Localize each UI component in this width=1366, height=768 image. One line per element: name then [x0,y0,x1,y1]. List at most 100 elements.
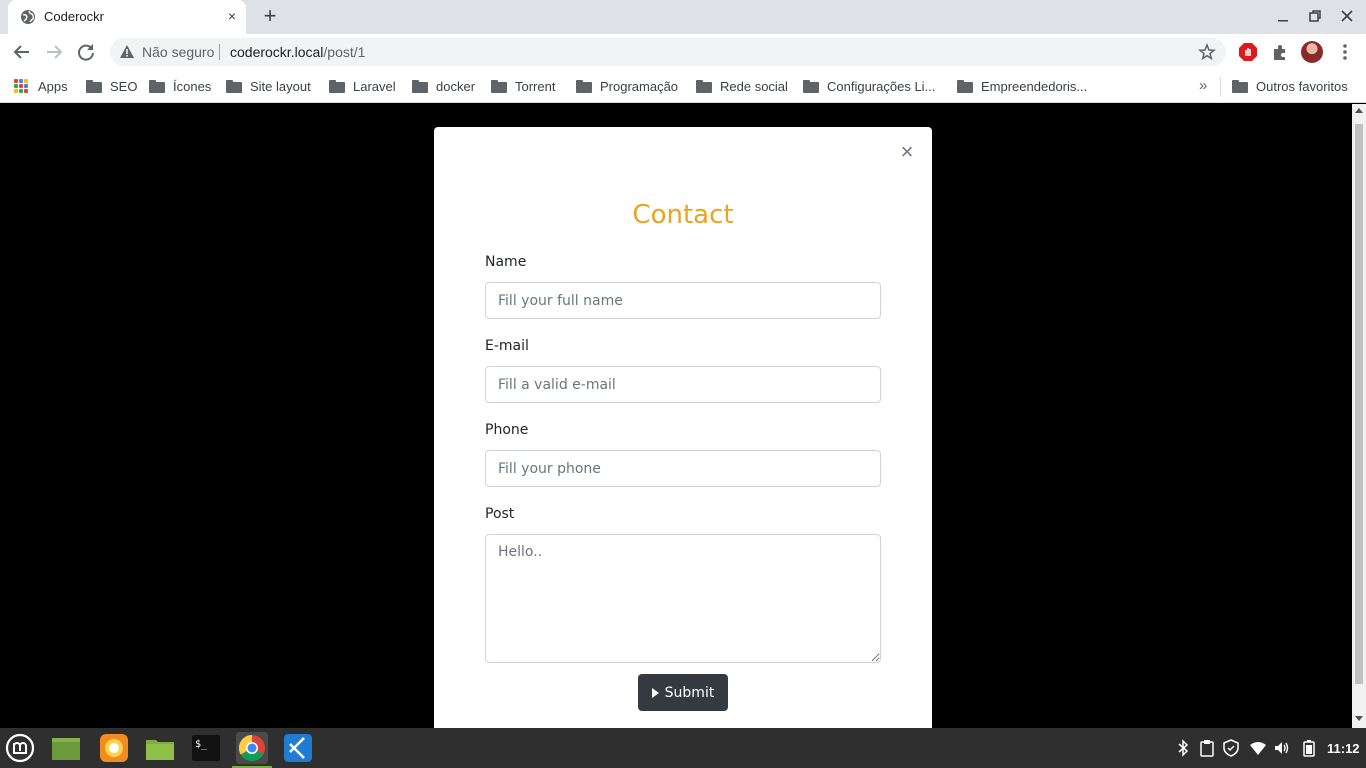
email-input[interactable] [485,366,881,403]
tab-close-icon[interactable]: × [224,8,240,24]
bookmark-label: Torrent [515,78,556,94]
bookmarks-bar: Apps SEO Ícones Site layout Laravel dock… [0,70,1366,103]
email-label: E-mail [485,338,529,354]
post-textarea[interactable] [485,534,881,663]
bookmark-folder[interactable]: Programação [576,77,678,95]
modal-close-icon[interactable]: × [898,141,916,163]
folder-icon [957,79,973,93]
folder-icon [491,79,507,93]
bookmark-star-icon[interactable] [1198,43,1216,61]
play-icon [651,687,659,698]
url-path: /post/1 [323,44,366,60]
page-viewport: × Contact Name E-mail Phone Post Submit [0,104,1352,728]
folder-icon [576,79,592,93]
bookmark-folder[interactable]: docker [412,77,475,95]
security-status[interactable]: Não seguro [142,44,214,60]
adblock-icon[interactable] [1238,42,1258,62]
contact-modal: × Contact Name E-mail Phone Post Submit [434,127,932,728]
name-input[interactable] [485,282,881,319]
bluetooth-icon[interactable] [1174,739,1192,757]
folder-icon [803,79,819,93]
os-taskbar: $_ 11:12 [0,728,1366,768]
vscode-icon[interactable] [282,732,314,764]
scroll-down-icon[interactable] [1355,716,1363,721]
globe-icon [21,10,35,24]
scrollbar-thumb[interactable] [1355,124,1363,684]
folder-icon [149,79,165,93]
folder-icon [86,79,102,93]
address-bar[interactable]: Não seguro coderockr.local/post/1 [110,38,1226,66]
battery-icon[interactable] [1300,739,1318,757]
files-icon[interactable] [144,732,176,764]
bookmarks-overflow-button[interactable]: » [1199,77,1207,94]
bookmark-other-favorites[interactable]: Outros favoritos [1232,77,1348,95]
post-label: Post [485,506,515,522]
new-tab-button[interactable]: + [258,5,282,29]
profile-avatar[interactable] [1301,41,1323,63]
terminal-icon[interactable]: $_ [190,732,222,764]
forward-arrow-icon[interactable] [42,40,66,64]
svg-text:$_: $_ [195,739,208,750]
bookmark-folder[interactable]: Site layout [226,77,311,95]
apps-grid-icon [14,79,28,93]
bookmark-folder[interactable]: Laravel [329,77,396,95]
phone-label: Phone [485,422,529,438]
desktop-icon[interactable] [50,732,82,764]
clipboard-icon[interactable] [1198,739,1216,757]
bookmark-label: Laravel [353,78,396,94]
wifi-icon[interactable] [1249,739,1267,757]
window-close-icon[interactable] [1337,6,1357,26]
bookmark-folder[interactable]: Torrent [491,77,555,95]
bookmark-folder[interactable]: Empreendedoris... [957,77,1087,95]
bookmark-folder[interactable]: Rede social [696,77,788,95]
bookmark-label: Configurações Li... [827,78,936,94]
bookmark-label: Rede social [720,78,788,94]
modal-title: Contact [632,200,734,230]
shield-icon[interactable] [1222,739,1240,757]
submit-button[interactable]: Submit [638,674,728,711]
bookmark-label: docker [436,78,476,94]
submit-label: Submit [664,684,715,701]
bookmark-label: Site layout [250,78,311,94]
folder-icon [412,79,428,93]
bookmark-label: Programação [600,78,679,94]
bookmark-label: Apps [38,78,68,94]
bookmark-folder[interactable]: SEO [86,77,137,95]
folder-icon [226,79,242,93]
bookmark-apps[interactable]: Apps [14,77,68,95]
chrome-taskbar-button[interactable] [232,732,272,768]
name-label: Name [485,254,527,270]
bookmarks-divider [1220,77,1221,97]
page-scrollbar[interactable] [1352,104,1366,728]
bookmark-folder[interactable]: Configurações Li... [803,77,935,95]
scroll-up-icon[interactable] [1355,108,1363,113]
bookmark-label: Outros favoritos [1256,78,1348,94]
warning-icon[interactable] [119,44,135,60]
phone-input[interactable] [485,450,881,487]
bookmark-label: Empreendedoris... [981,78,1088,94]
folder-icon [1232,79,1248,93]
more-menu-icon[interactable] [1340,42,1350,62]
bookmark-label: SEO [110,78,138,94]
firefox-icon[interactable] [98,732,130,764]
browser-toolbar: Não seguro coderockr.local/post/1 [0,34,1366,70]
folder-icon [696,79,712,93]
bookmark-label: Ícones [173,78,212,94]
folder-icon [329,79,345,93]
tab-strip: Coderockr × + [0,0,1366,34]
chrome-icon [238,734,265,762]
reload-icon[interactable] [74,40,98,64]
minimize-icon[interactable] [1273,6,1293,26]
system-clock[interactable]: 11:12 [1327,741,1360,756]
tab-title: Coderockr [44,9,104,24]
address-separator [219,44,220,60]
url-host: coderockr.local [230,44,324,60]
extensions-icon[interactable] [1270,42,1290,62]
mint-menu-icon[interactable] [4,732,36,764]
volume-icon[interactable] [1273,739,1291,757]
restore-icon[interactable] [1305,6,1325,26]
tab-coderockr[interactable]: Coderockr × [8,0,246,34]
bookmark-folder[interactable]: Ícones [149,77,211,95]
url-text[interactable]: coderockr.local/post/1 [230,44,365,60]
back-arrow-icon[interactable] [10,40,34,64]
